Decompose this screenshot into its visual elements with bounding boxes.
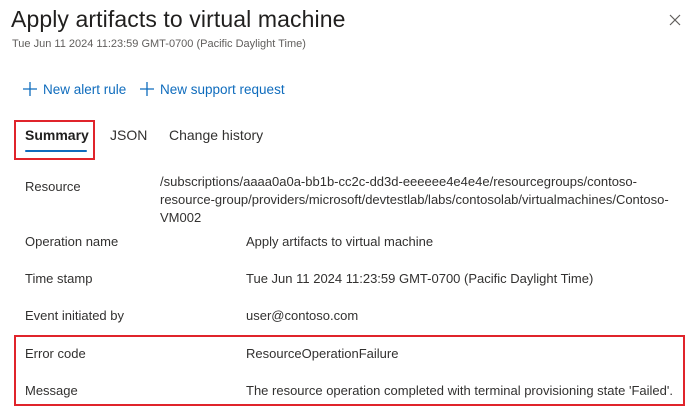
plus-icon bbox=[140, 82, 154, 96]
activity-log-details-panel: Apply artifacts to virtual machine Tue J… bbox=[0, 0, 693, 417]
error-details-highlight-box bbox=[14, 335, 685, 406]
operation-name-label: Operation name bbox=[25, 234, 119, 249]
plus-icon bbox=[23, 82, 37, 96]
resource-value: /subscriptions/aaaa0a0a-bb1b-cc2c-dd3d-e… bbox=[160, 173, 669, 227]
new-alert-rule-label: New alert rule bbox=[43, 81, 127, 97]
time-stamp-value: Tue Jun 11 2024 11:23:59 GMT-0700 (Pacif… bbox=[246, 271, 594, 286]
new-alert-rule-button[interactable]: New alert rule bbox=[22, 81, 126, 97]
close-button[interactable] bbox=[665, 10, 685, 30]
new-support-request-label: New support request bbox=[160, 81, 285, 97]
new-support-request-button[interactable]: New support request bbox=[139, 81, 285, 97]
event-initiated-by-label: Event initiated by bbox=[25, 308, 125, 323]
tab-change-history[interactable]: Change history bbox=[169, 127, 263, 143]
resource-value-line: VM002 bbox=[160, 210, 202, 225]
summary-tab-highlight-box bbox=[14, 120, 95, 160]
time-stamp-label: Time stamp bbox=[25, 271, 93, 286]
page-subtitle-timestamp: Tue Jun 11 2024 11:23:59 GMT-0700 (Pacif… bbox=[12, 38, 306, 50]
resource-label: Resource bbox=[25, 179, 81, 194]
resource-value-line: /subscriptions/aaaa0a0a-bb1b-cc2c-dd3d-e… bbox=[160, 174, 637, 189]
tab-json[interactable]: JSON bbox=[110, 127, 147, 143]
resource-value-line: resource-group/providers/microsoft/devte… bbox=[160, 192, 669, 207]
close-icon bbox=[669, 14, 681, 26]
operation-name-value: Apply artifacts to virtual machine bbox=[246, 234, 434, 249]
page-title: Apply artifacts to virtual machine bbox=[11, 6, 346, 32]
event-initiated-by-value: user@contoso.com bbox=[246, 308, 359, 323]
